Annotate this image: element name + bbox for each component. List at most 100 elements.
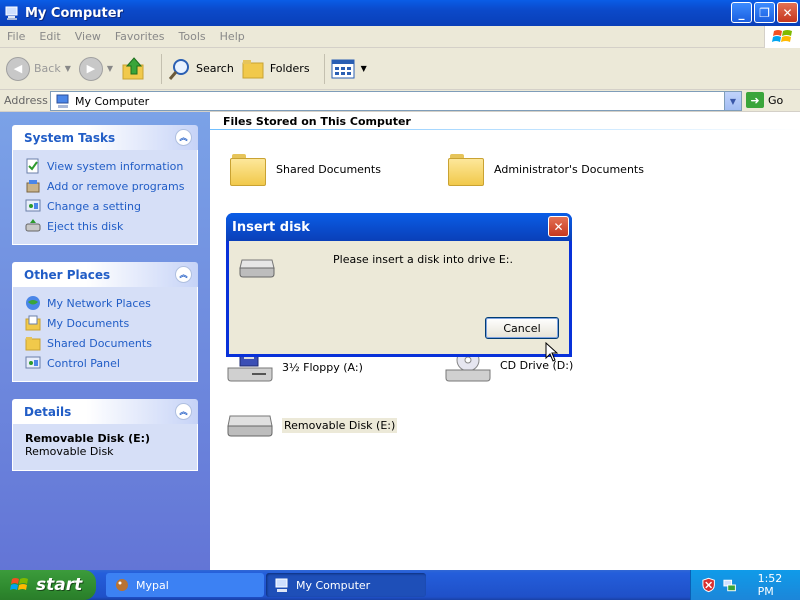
place-label: Shared Documents [47, 336, 152, 350]
task-change-setting[interactable]: Change a setting [25, 196, 197, 216]
details-item-type: Removable Disk [25, 445, 114, 458]
windows-logo-icon [764, 26, 800, 48]
my-computer-icon [275, 578, 288, 592]
folders-button[interactable]: Folders [242, 58, 310, 80]
menu-tools[interactable]: Tools [172, 30, 213, 43]
task-view-system-info[interactable]: View system information [25, 156, 197, 176]
search-label: Search [196, 62, 234, 75]
folder-icon [25, 337, 41, 351]
address-field[interactable]: My Computer ▼ [50, 91, 742, 111]
window-title: My Computer [25, 5, 123, 21]
window-titlebar[interactable]: My Computer _ ❐ ✕ [0, 0, 800, 26]
network-tray-icon[interactable] [722, 577, 737, 593]
mypal-icon [116, 579, 128, 591]
toolbar-separator [161, 53, 163, 84]
taskbar-button-mypal[interactable]: Mypal [106, 573, 264, 597]
place-my-network-places[interactable]: My Network Places [25, 293, 197, 313]
toolbar: ◀ Back ▼ ▶ ▼ Search Folders ▼ [0, 48, 800, 90]
place-shared-documents[interactable]: Shared Documents [25, 333, 197, 353]
search-icon [168, 58, 190, 80]
folders-label: Folders [269, 62, 310, 75]
go-arrow-icon: ➜ [746, 92, 764, 108]
place-label: My Network Places [47, 296, 151, 310]
go-button[interactable]: ➜ Go [746, 92, 783, 108]
system-tasks-header[interactable]: System Tasks ︽ [12, 125, 198, 150]
chevron-up-icon[interactable]: ︽ [175, 129, 192, 146]
item-administrators-documents[interactable]: Administrator's Documents [448, 152, 644, 186]
dialog-close-button[interactable]: ✕ [548, 216, 569, 237]
taskbar: start Mypal My Computer 1:52 PM [0, 570, 800, 600]
security-shield-icon[interactable] [701, 577, 716, 593]
taskbar-button-my-computer[interactable]: My Computer [266, 573, 426, 597]
my-computer-icon [56, 94, 69, 108]
my-documents-icon [25, 315, 41, 331]
chevron-up-icon[interactable]: ︽ [175, 403, 192, 420]
menu-help[interactable]: Help [213, 30, 252, 43]
forward-arrow-icon: ▶ [78, 56, 103, 81]
dialog-titlebar[interactable]: Insert disk ✕ [226, 213, 572, 241]
details-panel: Details ︽ Removable Disk (E:) Removable … [12, 399, 198, 471]
task-add-remove-programs[interactable]: Add or remove programs [25, 176, 197, 196]
menu-bar: File Edit View Favorites Tools Help [0, 26, 800, 48]
up-folder-button[interactable] [121, 56, 147, 82]
other-places-panel: Other Places ︽ My Network Places My Docu… [12, 262, 198, 382]
clock: 1:52 PM [757, 572, 783, 598]
item-removable-disk-e[interactable]: Removable Disk (E:) [226, 410, 398, 440]
eject-icon [25, 219, 41, 232]
address-dropdown-button[interactable]: ▼ [724, 92, 741, 110]
folder-icon [230, 152, 268, 186]
menu-file[interactable]: File [0, 30, 32, 43]
dialog-title: Insert disk [232, 219, 310, 235]
minimize-button[interactable]: _ [731, 2, 752, 23]
address-bar: Address My Computer ▼ ➜ Go [0, 90, 800, 112]
search-button[interactable]: Search [168, 57, 234, 81]
forward-button[interactable]: ▶ ▼ [78, 56, 114, 81]
close-button[interactable]: ✕ [777, 2, 798, 23]
chevron-down-icon: ▼ [106, 64, 114, 73]
views-button[interactable]: ▼ [331, 58, 367, 80]
task-label: Change a setting [47, 199, 141, 213]
details-header[interactable]: Details ︽ [12, 399, 198, 424]
section-divider [210, 129, 800, 130]
system-tray: 1:52 PM [690, 570, 800, 600]
task-label: Eject this disk [47, 219, 124, 233]
place-control-panel[interactable]: Control Panel [25, 353, 197, 373]
back-label: Back [34, 62, 61, 75]
folder-icon [448, 152, 486, 186]
other-places-header[interactable]: Other Places ︽ [12, 262, 198, 287]
maximize-button[interactable]: ❐ [754, 2, 775, 23]
section-files-header: Files Stored on This Computer [223, 115, 411, 128]
place-label: Control Panel [47, 356, 120, 370]
chevron-down-icon: ▼ [360, 64, 367, 73]
address-value: My Computer [75, 94, 150, 108]
place-my-documents[interactable]: My Documents [25, 313, 197, 333]
other-places-title: Other Places [24, 267, 111, 282]
my-computer-icon [5, 6, 18, 20]
system-info-icon [26, 158, 39, 174]
task-label: Add or remove programs [47, 179, 185, 193]
network-places-icon [26, 296, 40, 310]
toolbar-separator [323, 53, 325, 84]
item-shared-documents[interactable]: Shared Documents [230, 152, 381, 186]
back-button[interactable]: ◀ Back ▼ [6, 56, 71, 81]
folders-icon [242, 59, 264, 78]
cancel-button[interactable]: Cancel [485, 317, 559, 339]
control-panel-icon [25, 199, 41, 212]
taskbar-button-label: My Computer [296, 578, 371, 592]
insert-disk-dialog: Insert disk ✕ Please insert a disk into … [226, 213, 572, 357]
start-label: start [36, 575, 83, 595]
menu-favorites[interactable]: Favorites [108, 30, 172, 43]
system-tasks-title: System Tasks [24, 130, 116, 145]
item-label: CD Drive (D:) [500, 358, 574, 372]
menu-view[interactable]: View [68, 30, 108, 43]
go-label: Go [768, 93, 784, 107]
start-button[interactable]: start [0, 570, 96, 600]
system-tasks-panel: System Tasks ︽ View system information A… [12, 125, 198, 245]
chevron-up-icon[interactable]: ︽ [175, 266, 192, 283]
address-label: Address [4, 94, 48, 107]
item-label: Removable Disk (E:) [282, 417, 398, 433]
details-item-name: Removable Disk (E:) [25, 432, 151, 445]
task-eject-disk[interactable]: Eject this disk [25, 216, 197, 236]
mouse-cursor-icon [545, 342, 559, 362]
menu-edit[interactable]: Edit [32, 30, 67, 43]
